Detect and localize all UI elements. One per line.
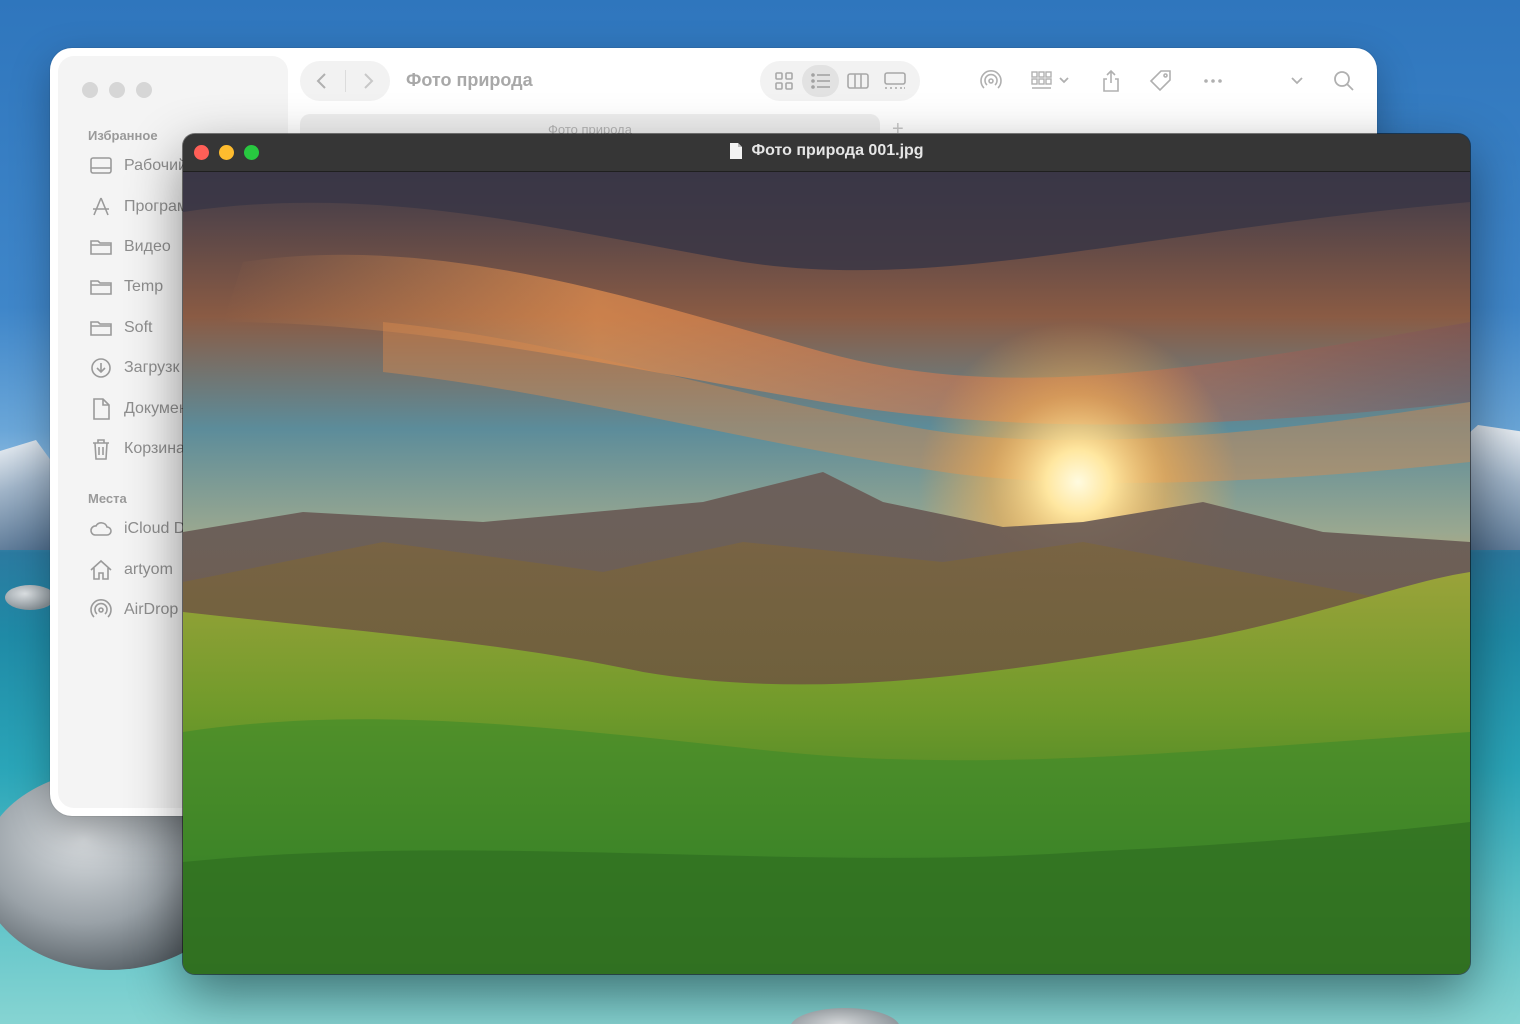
sidebar-item-icloud[interactable]: iCloud D xyxy=(88,513,185,545)
sidebar-item-documents[interactable]: Докумен xyxy=(88,393,188,425)
tag-icon xyxy=(1149,70,1171,92)
sidebar-item-label: Soft xyxy=(124,319,153,336)
home-icon xyxy=(90,559,112,580)
rock-small xyxy=(5,585,55,610)
close-button[interactable] xyxy=(82,82,98,98)
trash-icon xyxy=(93,439,109,460)
sidebar-item-label: Корзина xyxy=(124,440,185,457)
airdrop-icon xyxy=(980,70,1002,89)
tag-button[interactable] xyxy=(1148,68,1174,94)
forward-icon xyxy=(364,73,374,89)
folder-icon xyxy=(90,280,112,295)
places-heading: Места xyxy=(88,491,127,506)
sidebar-item-label: Видео xyxy=(124,238,171,255)
back-icon xyxy=(316,73,326,89)
sidebar-item-airdrop[interactable]: AirDrop xyxy=(88,594,178,626)
more-icon xyxy=(1204,79,1222,83)
sidebar-item-label: artyom xyxy=(124,561,173,578)
search-button[interactable] xyxy=(1331,68,1357,94)
preview-title: Фото природа 001.jpg xyxy=(183,142,1470,160)
sidebar-item-desktop[interactable]: Рабочий xyxy=(88,150,187,182)
download-icon xyxy=(91,358,111,378)
sidebar-item-label: Загрузк xyxy=(124,359,180,376)
gallery-view-icon xyxy=(883,72,906,89)
nav-buttons xyxy=(300,61,390,101)
grid-view-icon xyxy=(774,72,793,90)
sidebar-item-label: Програм xyxy=(124,198,188,215)
sidebar-item-temp[interactable]: Temp xyxy=(88,271,163,303)
sidebar-item-trash[interactable]: Корзина xyxy=(88,433,185,465)
minimize-button[interactable] xyxy=(109,82,125,98)
finder-traffic-lights xyxy=(82,82,152,98)
grid-view-button[interactable] xyxy=(765,65,802,97)
airdrop-button[interactable] xyxy=(978,68,1004,94)
desktop-icon xyxy=(90,157,112,174)
gallery-view-button[interactable] xyxy=(876,65,913,97)
finder-toolbar: Фото природа xyxy=(290,48,1377,116)
sidebar-item-label: Рабочий xyxy=(124,157,187,174)
zoom-button[interactable] xyxy=(136,82,152,98)
landscape-photo xyxy=(183,172,1470,974)
sidebar-item-home[interactable]: artyom xyxy=(88,554,173,586)
icloud-icon xyxy=(90,522,112,536)
preview-window[interactable]: Фото природа 001.jpg xyxy=(183,134,1470,974)
document-icon xyxy=(93,398,110,420)
group-icon xyxy=(1031,71,1069,89)
sidebar-item-label: Докумен xyxy=(124,400,188,417)
forward-button[interactable] xyxy=(345,61,390,101)
favorites-heading: Избранное xyxy=(88,128,158,143)
toolbar-overflow-button[interactable] xyxy=(1284,68,1310,94)
rock-bottom xyxy=(790,1008,900,1024)
share-button[interactable] xyxy=(1098,68,1124,94)
folder-icon xyxy=(90,321,112,336)
list-view-icon xyxy=(810,73,830,89)
view-switcher xyxy=(760,61,920,101)
group-button[interactable] xyxy=(1030,68,1076,94)
share-icon xyxy=(1103,69,1119,92)
sidebar-item-soft[interactable]: Soft xyxy=(88,312,152,344)
sidebar-item-label: AirDrop xyxy=(124,601,179,618)
back-button[interactable] xyxy=(300,61,345,101)
airdrop-icon xyxy=(90,599,112,618)
window-title: Фото природа xyxy=(406,70,533,90)
sidebar-item-video[interactable]: Видео xyxy=(88,231,171,263)
sidebar-item-applications[interactable]: Програм xyxy=(88,191,188,223)
sidebar-item-downloads[interactable]: Загрузк xyxy=(88,352,179,384)
more-button[interactable] xyxy=(1200,68,1226,94)
sidebar-item-label: iCloud D xyxy=(124,520,186,537)
sidebar-item-label: Temp xyxy=(124,278,164,295)
column-view-icon xyxy=(846,73,869,89)
chevron-down-icon xyxy=(1291,77,1303,85)
applications-icon xyxy=(93,197,109,216)
column-view-button[interactable] xyxy=(839,65,876,97)
preview-titlebar[interactable]: Фото природа 001.jpg xyxy=(183,134,1470,172)
search-icon xyxy=(1334,71,1354,91)
list-view-button[interactable] xyxy=(802,65,839,97)
document-icon xyxy=(730,143,743,159)
folder-icon xyxy=(90,240,112,255)
preview-filename: Фото природа 001.jpg xyxy=(751,142,924,159)
